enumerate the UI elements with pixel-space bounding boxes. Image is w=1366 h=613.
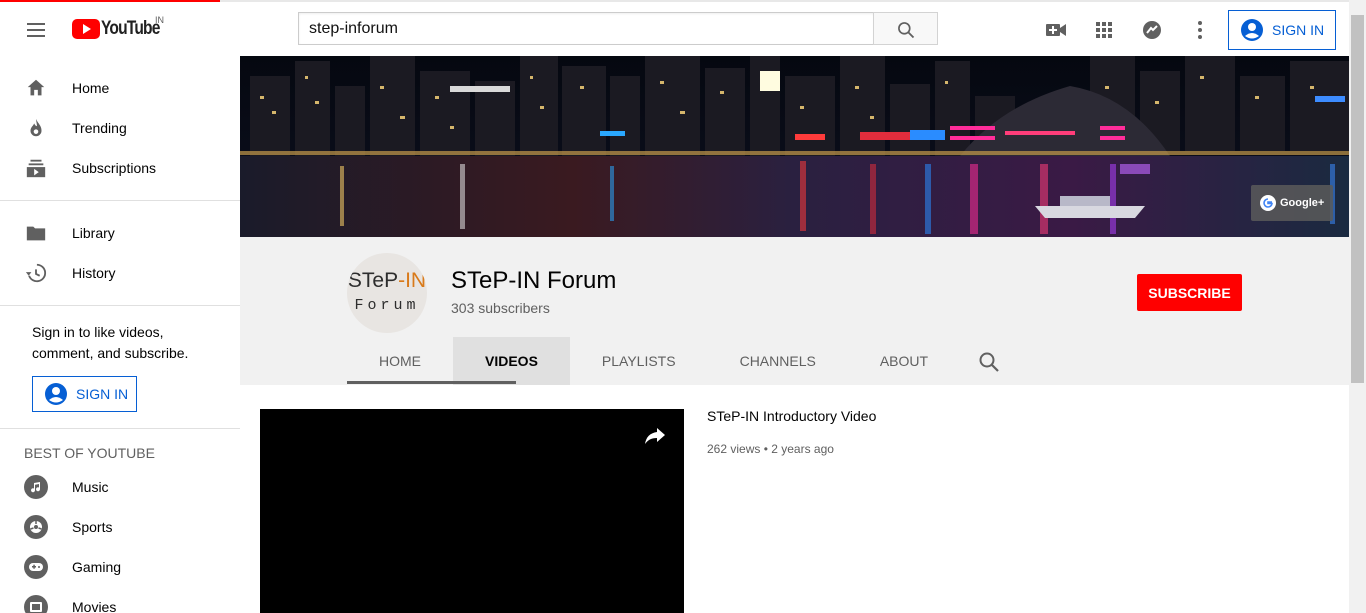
loading-progress-bar bbox=[0, 0, 220, 2]
sports-icon bbox=[24, 515, 48, 539]
logo-country-code: IN bbox=[155, 15, 164, 25]
google-plus-label: Google+ bbox=[1280, 197, 1325, 209]
logo-text: YouTube bbox=[101, 18, 160, 39]
sidebar-item-music[interactable]: Music bbox=[0, 467, 240, 507]
channel-avatar[interactable]: STeP-IN Forum bbox=[347, 253, 427, 333]
featured-video-title[interactable]: STeP-IN Introductory Video bbox=[707, 408, 876, 424]
tab-selection-indicator bbox=[347, 381, 516, 384]
sidebar-sign-in-button[interactable]: SIGN IN bbox=[32, 376, 137, 412]
channel-content: STeP-IN Introductory Video 262 views • 2… bbox=[240, 385, 1349, 613]
sidebar-divider bbox=[0, 428, 240, 429]
sidebar-item-label: Library bbox=[72, 225, 115, 241]
sidebar-item-sports[interactable]: Sports bbox=[0, 507, 240, 547]
channel-tabs: HOME VIDEOS PLAYLISTS CHANNELS ABOUT bbox=[347, 337, 960, 385]
avatar-logo-line1: STeP-IN bbox=[347, 269, 427, 292]
account-icon bbox=[1241, 19, 1263, 41]
hamburger-menu-icon[interactable] bbox=[24, 18, 48, 42]
sidebar-item-history[interactable]: History bbox=[0, 253, 240, 293]
sidebar-item-label: Trending bbox=[72, 120, 127, 136]
sidebar-item-gaming[interactable]: Gaming bbox=[0, 547, 240, 587]
sign-in-prompt: Sign in to like videos, comment, and sub… bbox=[32, 324, 189, 361]
tab-home[interactable]: HOME bbox=[347, 337, 453, 385]
channel-title: STeP-IN Forum bbox=[451, 267, 617, 294]
flame-icon bbox=[24, 116, 48, 140]
sidebar-item-label: Music bbox=[72, 479, 109, 495]
more-options-icon[interactable] bbox=[1188, 18, 1212, 42]
featured-video-meta: 262 views • 2 years ago bbox=[707, 442, 834, 456]
folder-icon bbox=[24, 221, 48, 245]
featured-video-player[interactable] bbox=[260, 409, 684, 613]
gaming-icon bbox=[24, 555, 48, 579]
subscriber-count: 303 subscribers bbox=[451, 300, 550, 316]
youtube-logo[interactable]: YouTube IN bbox=[72, 15, 172, 40]
sidebar-item-home[interactable]: Home bbox=[0, 68, 240, 108]
music-icon bbox=[24, 475, 48, 499]
google-icon bbox=[1260, 195, 1276, 211]
sidebar-item-label: History bbox=[72, 265, 116, 281]
search-input[interactable] bbox=[299, 13, 874, 44]
search-button[interactable] bbox=[873, 12, 938, 45]
tab-playlists[interactable]: PLAYLISTS bbox=[570, 337, 708, 385]
sidebar-item-label: Sports bbox=[72, 519, 113, 535]
banner-night-skyline-image bbox=[240, 56, 1349, 237]
page-scrollbar[interactable] bbox=[1349, 0, 1366, 613]
account-icon bbox=[45, 383, 67, 405]
masthead: YouTube IN SIGN IN bbox=[0, 0, 1350, 56]
channel-banner: Google+ bbox=[240, 56, 1349, 237]
subscriptions-icon bbox=[24, 156, 48, 180]
sidebar-item-subscriptions[interactable]: Subscriptions bbox=[0, 148, 240, 188]
sidebar-item-library[interactable]: Library bbox=[0, 213, 240, 253]
sidebar-divider bbox=[0, 305, 240, 306]
search-icon bbox=[898, 22, 915, 39]
home-icon bbox=[24, 76, 48, 100]
avatar-logo-line2: Forum bbox=[354, 297, 420, 314]
channel-search-icon[interactable] bbox=[977, 350, 1001, 374]
tab-videos[interactable]: VIDEOS bbox=[453, 337, 570, 385]
sign-in-label: SIGN IN bbox=[76, 386, 129, 402]
sidebar-item-label: Gaming bbox=[72, 559, 122, 575]
tab-channels[interactable]: CHANNELS bbox=[708, 337, 848, 385]
tab-about[interactable]: ABOUT bbox=[848, 337, 960, 385]
share-icon[interactable] bbox=[643, 423, 667, 447]
subscribe-button[interactable]: SUBSCRIBE bbox=[1137, 274, 1242, 311]
youtube-play-icon bbox=[72, 19, 100, 39]
sidebar-divider bbox=[0, 200, 240, 201]
sign-in-label: SIGN IN bbox=[1272, 22, 1325, 38]
sign-in-button[interactable]: SIGN IN bbox=[1228, 10, 1336, 50]
movies-icon bbox=[24, 595, 48, 613]
sidebar-item-label: Subscriptions bbox=[72, 160, 157, 176]
create-video-icon[interactable] bbox=[1044, 18, 1068, 42]
search-box bbox=[298, 12, 874, 45]
channel-header: STeP-IN Forum STeP-IN Forum 303 subscrib… bbox=[240, 237, 1349, 385]
scrollbar-thumb[interactable] bbox=[1351, 15, 1364, 383]
sidebar-item-label: Home bbox=[72, 80, 110, 96]
history-icon bbox=[24, 261, 48, 285]
sidebar-item-movies[interactable]: Movies bbox=[0, 587, 240, 613]
best-of-youtube-heading: BEST OF YOUTUBE bbox=[24, 445, 155, 461]
sidebar-item-trending[interactable]: Trending bbox=[0, 108, 240, 148]
google-plus-link[interactable]: Google+ bbox=[1251, 185, 1333, 221]
messages-icon[interactable] bbox=[1140, 18, 1164, 42]
sidebar-item-label: Movies bbox=[72, 599, 117, 613]
apps-grid-icon[interactable] bbox=[1092, 18, 1116, 42]
sidebar: Home Trending Subscriptions Library Hist… bbox=[0, 56, 240, 613]
